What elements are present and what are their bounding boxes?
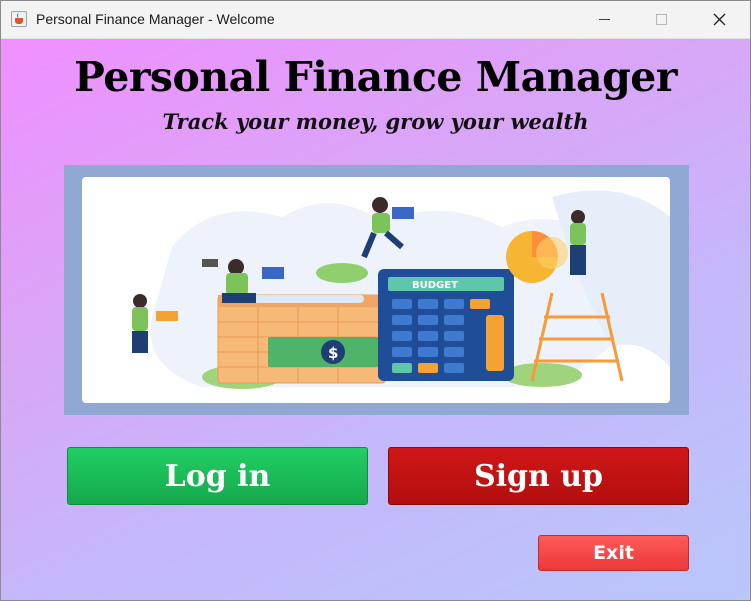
close-button[interactable] — [696, 1, 742, 38]
finance-illustration-art: $ BUDGET — [132, 190, 670, 389]
login-button[interactable]: Log in — [67, 447, 368, 505]
exit-button[interactable]: Exit — [538, 535, 689, 571]
title-bar[interactable]: Personal Finance Manager - Welcome — [1, 1, 750, 39]
tagline: Track your money, grow your wealth — [162, 109, 589, 134]
signup-button[interactable]: Sign up — [388, 447, 689, 505]
minimize-icon — [598, 19, 610, 20]
maximize-icon — [655, 14, 667, 25]
close-icon — [713, 13, 725, 26]
minimize-button[interactable] — [581, 1, 627, 38]
java-cup-icon — [11, 11, 27, 27]
welcome-panel: Personal Finance Manager Track your mone… — [1, 39, 750, 600]
maximize-button[interactable] — [638, 1, 684, 38]
window-title: Personal Finance Manager - Welcome — [36, 11, 275, 27]
dollar-symbol: $ — [328, 344, 338, 362]
banner-image-frame: $ BUDGET — [64, 165, 689, 415]
page-title: Personal Finance Manager — [74, 53, 677, 101]
finance-illustration: $ BUDGET — [82, 177, 670, 403]
app-window: Personal Finance Manager - Welcome Perso… — [0, 0, 751, 601]
calculator-label: BUDGET — [412, 280, 458, 291]
